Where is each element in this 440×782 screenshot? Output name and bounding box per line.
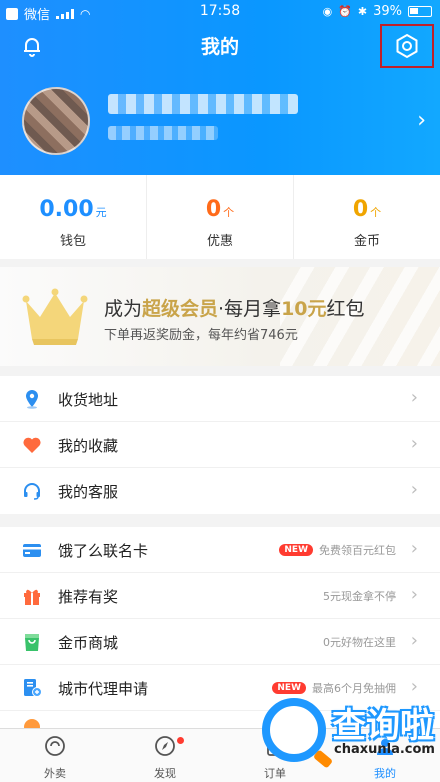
- chevron-right-icon: ›: [410, 433, 418, 454]
- settings-button[interactable]: [380, 24, 434, 68]
- list-item-hint: 免费领百元红包: [319, 544, 396, 557]
- list-item-label: 推荐有奖: [58, 588, 119, 606]
- coins-unit: 个: [370, 206, 382, 219]
- chevron-right-icon: ›: [410, 676, 418, 697]
- list-item-extra: NEW 免费领百元红包: [279, 542, 396, 558]
- stat-wallet[interactable]: 0.00 元 钱包: [0, 175, 146, 259]
- account-list: 收货地址 › 我的收藏 › 我的客服 ›: [0, 376, 440, 514]
- coupons-unit: 个: [223, 206, 235, 219]
- avatar[interactable]: [22, 87, 90, 155]
- wallet-value: 0.00: [39, 197, 94, 222]
- vip-title-suffix: 红包: [326, 298, 365, 320]
- tab-discover[interactable]: 发现: [110, 729, 220, 782]
- status-bar: 微信 ◠ 17:58 ◉ ⏰ ✱ 39%: [0, 0, 440, 24]
- list-item-label: 我的客服: [58, 483, 119, 501]
- chevron-right-icon: ›: [410, 584, 418, 605]
- coupons-value: 0: [205, 197, 222, 222]
- tab-label: 我的: [374, 767, 396, 780]
- stat-coins[interactable]: 0个 金币: [293, 175, 440, 259]
- vip-title-highlight: 超级会员: [142, 298, 219, 320]
- watermark-text: 查询啦: [332, 706, 434, 746]
- city-agent-icon: [24, 679, 42, 697]
- card-icon: [23, 544, 41, 557]
- coupons-label: 优惠: [206, 234, 233, 249]
- profile-header: 微信 ◠ 17:58 ◉ ⏰ ✱ 39% 我的 ›: [0, 0, 440, 175]
- list-item-label: 我的收藏: [58, 437, 119, 455]
- watermark-q-icon: [262, 698, 326, 762]
- wallet-label: 钱包: [59, 234, 86, 249]
- username-blurred: [108, 94, 298, 114]
- tab-label: 发现: [154, 767, 176, 780]
- new-badge: NEW: [272, 682, 306, 694]
- gear-icon: [396, 33, 418, 59]
- alarm-icon: ⏰: [338, 5, 352, 18]
- list-item-extra: NEW 最高6个月免抽佣: [272, 680, 396, 696]
- battery-percent: 39%: [373, 4, 402, 19]
- tab-takeout[interactable]: 外卖: [0, 729, 110, 782]
- location-status-icon: ◉: [322, 5, 333, 18]
- tab-label: 外卖: [44, 767, 66, 780]
- list-item-cobrand-card[interactable]: 饿了么联名卡 NEW 免费领百元红包 ›: [0, 527, 440, 573]
- chevron-right-icon: ›: [410, 387, 418, 408]
- list-item-label: 收货地址: [58, 391, 119, 409]
- vip-title-prefix: 成为: [104, 298, 143, 320]
- profile-row[interactable]: ›: [0, 82, 440, 155]
- coins-label: 金币: [353, 234, 380, 249]
- chevron-right-icon: ›: [410, 479, 418, 500]
- battery-icon: [408, 6, 432, 17]
- vip-title: 成为超级会员·每月拿10元红包: [104, 294, 365, 321]
- list-item-extra: 5元现金拿不停: [323, 588, 396, 604]
- list-item-customer-service[interactable]: 我的客服 ›: [0, 468, 440, 514]
- watermark-url: chaxunla.com: [334, 742, 435, 757]
- list-item-hint: 最高6个月免抽佣: [312, 682, 396, 695]
- super-vip-banner[interactable]: 成为超级会员·每月拿10元红包 下单再返奖励金，每年约省746元: [0, 267, 440, 366]
- notification-dot: [177, 737, 184, 744]
- list-item-label: 金币商城: [58, 634, 119, 652]
- crown-icon: [22, 288, 88, 345]
- wallet-unit: 元: [95, 206, 107, 219]
- shop-bag-icon: [25, 634, 39, 651]
- list-item-extra: 0元好物在这里: [323, 634, 396, 650]
- chevron-right-icon: ›: [410, 630, 418, 651]
- watermark-logo: 查询啦 chaxunla.com: [262, 696, 438, 764]
- new-badge: NEW: [279, 544, 313, 556]
- list-item-address[interactable]: 收货地址 ›: [0, 376, 440, 422]
- stat-coupons[interactable]: 0个 优惠: [146, 175, 293, 259]
- tab-label: 订单: [264, 767, 286, 780]
- list-item-coin-mall[interactable]: 金币商城 0元好物在这里 ›: [0, 619, 440, 665]
- location-pin-icon: [26, 390, 38, 409]
- headset-icon: [24, 483, 40, 500]
- list-item-label: 饿了么联名卡: [58, 542, 149, 560]
- compass-icon: [155, 736, 175, 756]
- list-item-favorites[interactable]: 我的收藏 ›: [0, 422, 440, 468]
- vip-title-middle: ·每月拿: [218, 298, 282, 320]
- chevron-right-icon[interactable]: ›: [417, 108, 426, 133]
- heart-icon: [23, 437, 41, 453]
- page-title: 我的: [200, 36, 239, 58]
- bluetooth-icon: ✱: [357, 5, 368, 18]
- takeout-icon: [45, 736, 65, 756]
- chevron-right-icon: ›: [410, 538, 418, 559]
- stats-bar: 0.00 元 钱包 0个 优惠 0个 金币: [0, 175, 440, 259]
- list-item-referral[interactable]: 推荐有奖 5元现金拿不停 ›: [0, 573, 440, 619]
- list-item-hint: 0元好物在这里: [323, 636, 396, 649]
- gift-icon: [24, 589, 40, 605]
- list-item-label: 城市代理申请: [58, 680, 149, 698]
- coins-value: 0: [352, 197, 369, 222]
- vip-title-amount: 10元: [281, 298, 327, 320]
- vip-subtitle: 下单再返奖励金，每年约省746元: [104, 328, 298, 343]
- user-phone-blurred: [108, 126, 218, 140]
- list-item-hint: 5元现金拿不停: [323, 590, 396, 603]
